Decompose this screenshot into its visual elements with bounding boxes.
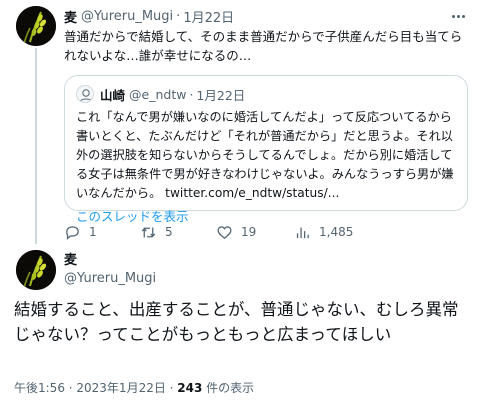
retweet-button[interactable]: 5 — [140, 224, 216, 241]
show-thread-link[interactable]: このスレッドを表示 — [76, 206, 189, 225]
tweet1-avatar[interactable] — [16, 6, 56, 46]
quoted-tweet-header: 山崎 @e_ndtw · 1月22日 — [76, 84, 456, 104]
like-count: 19 — [241, 225, 257, 239]
thread-connector-line — [35, 48, 37, 244]
reply-icon — [66, 225, 79, 240]
reply-count: 1 — [89, 225, 97, 239]
retweet-icon — [141, 227, 156, 237]
retweet-count: 5 — [165, 225, 173, 239]
tweet2-author-name[interactable]: 麦 — [64, 252, 156, 270]
heart-icon — [217, 225, 232, 239]
tweet2-author-handle[interactable]: @Yureru_Mugi — [64, 270, 156, 288]
tweet2-timestamp[interactable]: 午後1:56 · 2023年1月22日 · — [14, 381, 177, 395]
tweet2-view-count: 243 — [177, 381, 203, 395]
like-button[interactable]: 19 — [216, 224, 294, 241]
wheat-avatar-image — [16, 250, 56, 290]
tweet1[interactable]: 麦 @Yureru_Mugi · 1月22日 普通だからで結婚して、そのまま普通… — [64, 6, 468, 242]
tweet1-text: 普通だからで結婚して、そのまま普通だからで子供産んだら目も当てられないよな…誰が… — [64, 29, 463, 63]
tweet2-text: 結婚すること、出産することが、普通じゃない、むしろ異常じゃない？ってことがもっと… — [14, 300, 459, 344]
views-chart-icon — [296, 227, 309, 238]
tweet1-date[interactable]: 1月22日 — [183, 7, 234, 26]
tweet1-author-handle[interactable]: @Yureru_Mugi — [81, 9, 173, 24]
tweet1-header: 麦 @Yureru_Mugi · 1月22日 — [64, 6, 468, 26]
wheat-avatar-image — [16, 6, 56, 46]
quoted-tweet-text: これ「なんで男が嫌いなのに婚活してんだよ」って反応ついてるから書いとくと、たぶん… — [76, 110, 454, 200]
tweet1-author-name[interactable]: 麦 — [64, 7, 77, 26]
reply-button[interactable]: 1 — [64, 224, 140, 241]
tweet2-view-label: 件の表示 — [202, 381, 255, 395]
quoted-tweet-avatar — [76, 85, 94, 103]
user-avatar-image — [77, 86, 93, 102]
tweet2-metadata: 午後1:56 · 2023年1月22日 · 243 件の表示 — [14, 379, 254, 396]
quoted-author-name: 山崎 — [100, 87, 126, 103]
quoted-tweet-date: 1月22日 — [196, 87, 246, 103]
quoted-author-handle: @e_ndtw — [129, 86, 187, 102]
quoted-tweet[interactable]: 山崎 @e_ndtw · 1月22日 これ「なんで男が嫌いなのに婚活してんだよ」… — [64, 75, 468, 224]
separator-dot: · — [176, 8, 181, 24]
tweet2-avatar[interactable] — [16, 250, 56, 290]
tweet2-header: 麦 @Yureru_Mugi — [64, 252, 156, 288]
tweet1-action-bar: 1 5 19 1,485 — [64, 222, 468, 242]
views-button[interactable]: 1,485 — [294, 224, 404, 241]
more-dots-icon[interactable] — [448, 6, 468, 26]
separator-dot: · — [189, 86, 194, 102]
view-count: 1,485 — [319, 225, 354, 239]
